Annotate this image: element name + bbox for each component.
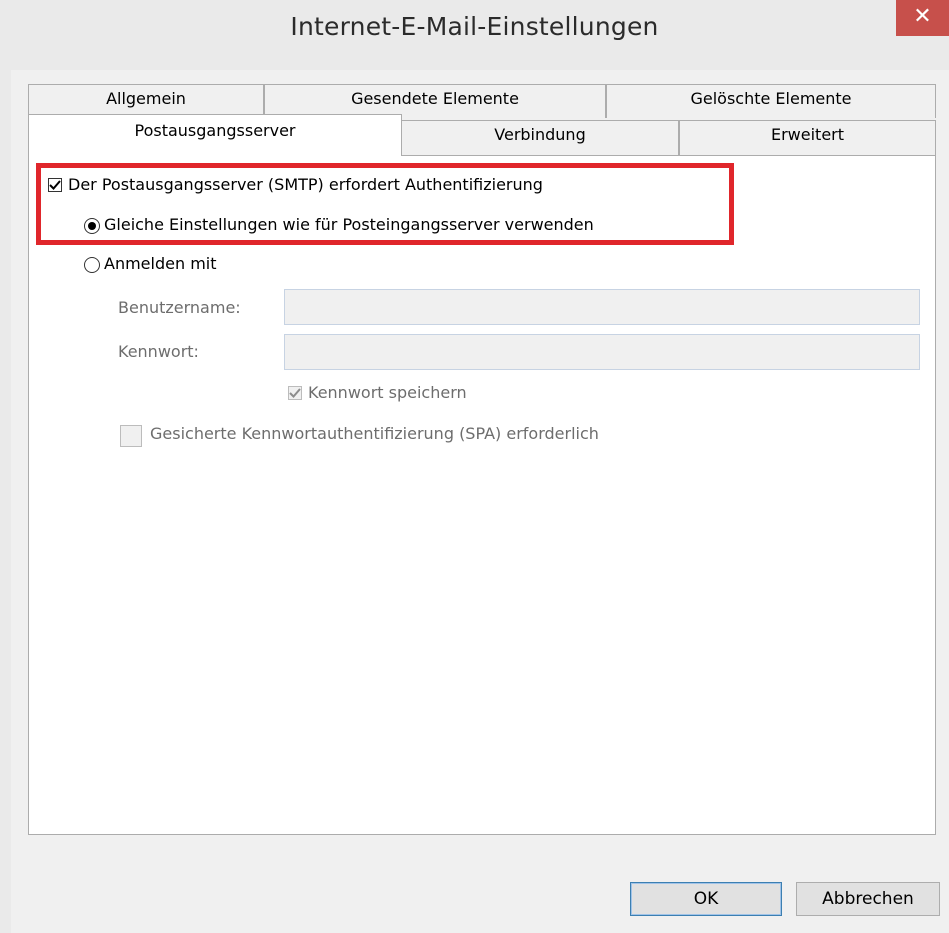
checkmark-icon	[289, 388, 301, 398]
highlight-box	[36, 163, 734, 245]
tab-label: Verbindung	[494, 125, 586, 144]
username-label: Benutzername:	[118, 298, 241, 317]
password-label: Kennwort:	[118, 342, 199, 361]
title-bar: Internet-E-Mail-Einstellungen ✕	[0, 0, 949, 70]
cancel-button[interactable]: Abbrechen	[796, 882, 940, 916]
tab-verbindung[interactable]: Verbindung	[401, 120, 679, 156]
tab-label: Gelöschte Elemente	[690, 89, 852, 108]
tab-label: Allgemein	[106, 89, 186, 108]
dialog-window: Internet-E-Mail-Einstellungen ✕ Allgemei…	[0, 0, 949, 933]
ok-button[interactable]: OK	[630, 882, 782, 916]
tab-gesendete-elemente[interactable]: Gesendete Elemente	[264, 84, 606, 118]
tab-erweitert[interactable]: Erweitert	[679, 120, 936, 156]
tab-label: Postausgangsserver	[134, 121, 296, 140]
username-field[interactable]	[284, 289, 920, 325]
tab-geloeschte-elemente[interactable]: Gelöschte Elemente	[606, 84, 936, 118]
tab-label: Gesendete Elemente	[351, 89, 519, 108]
tab-allgemein[interactable]: Allgemein	[28, 84, 264, 118]
password-field[interactable]	[284, 334, 920, 370]
spa-checkbox[interactable]	[120, 425, 142, 447]
login-with-radio[interactable]	[84, 257, 100, 273]
tab-label: Erweitert	[770, 125, 845, 144]
save-password-label: Kennwort speichern	[308, 383, 467, 402]
window-title: Internet-E-Mail-Einstellungen	[290, 12, 659, 41]
login-with-label: Anmelden mit	[104, 254, 217, 273]
close-icon: ✕	[913, 4, 932, 29]
close-button[interactable]: ✕	[896, 0, 949, 36]
save-password-checkbox[interactable]	[288, 386, 302, 400]
spa-label: Gesicherte Kennwortauthentifizierung (SP…	[150, 424, 599, 443]
tab-postausgangsserver[interactable]: Postausgangsserver	[28, 114, 402, 156]
